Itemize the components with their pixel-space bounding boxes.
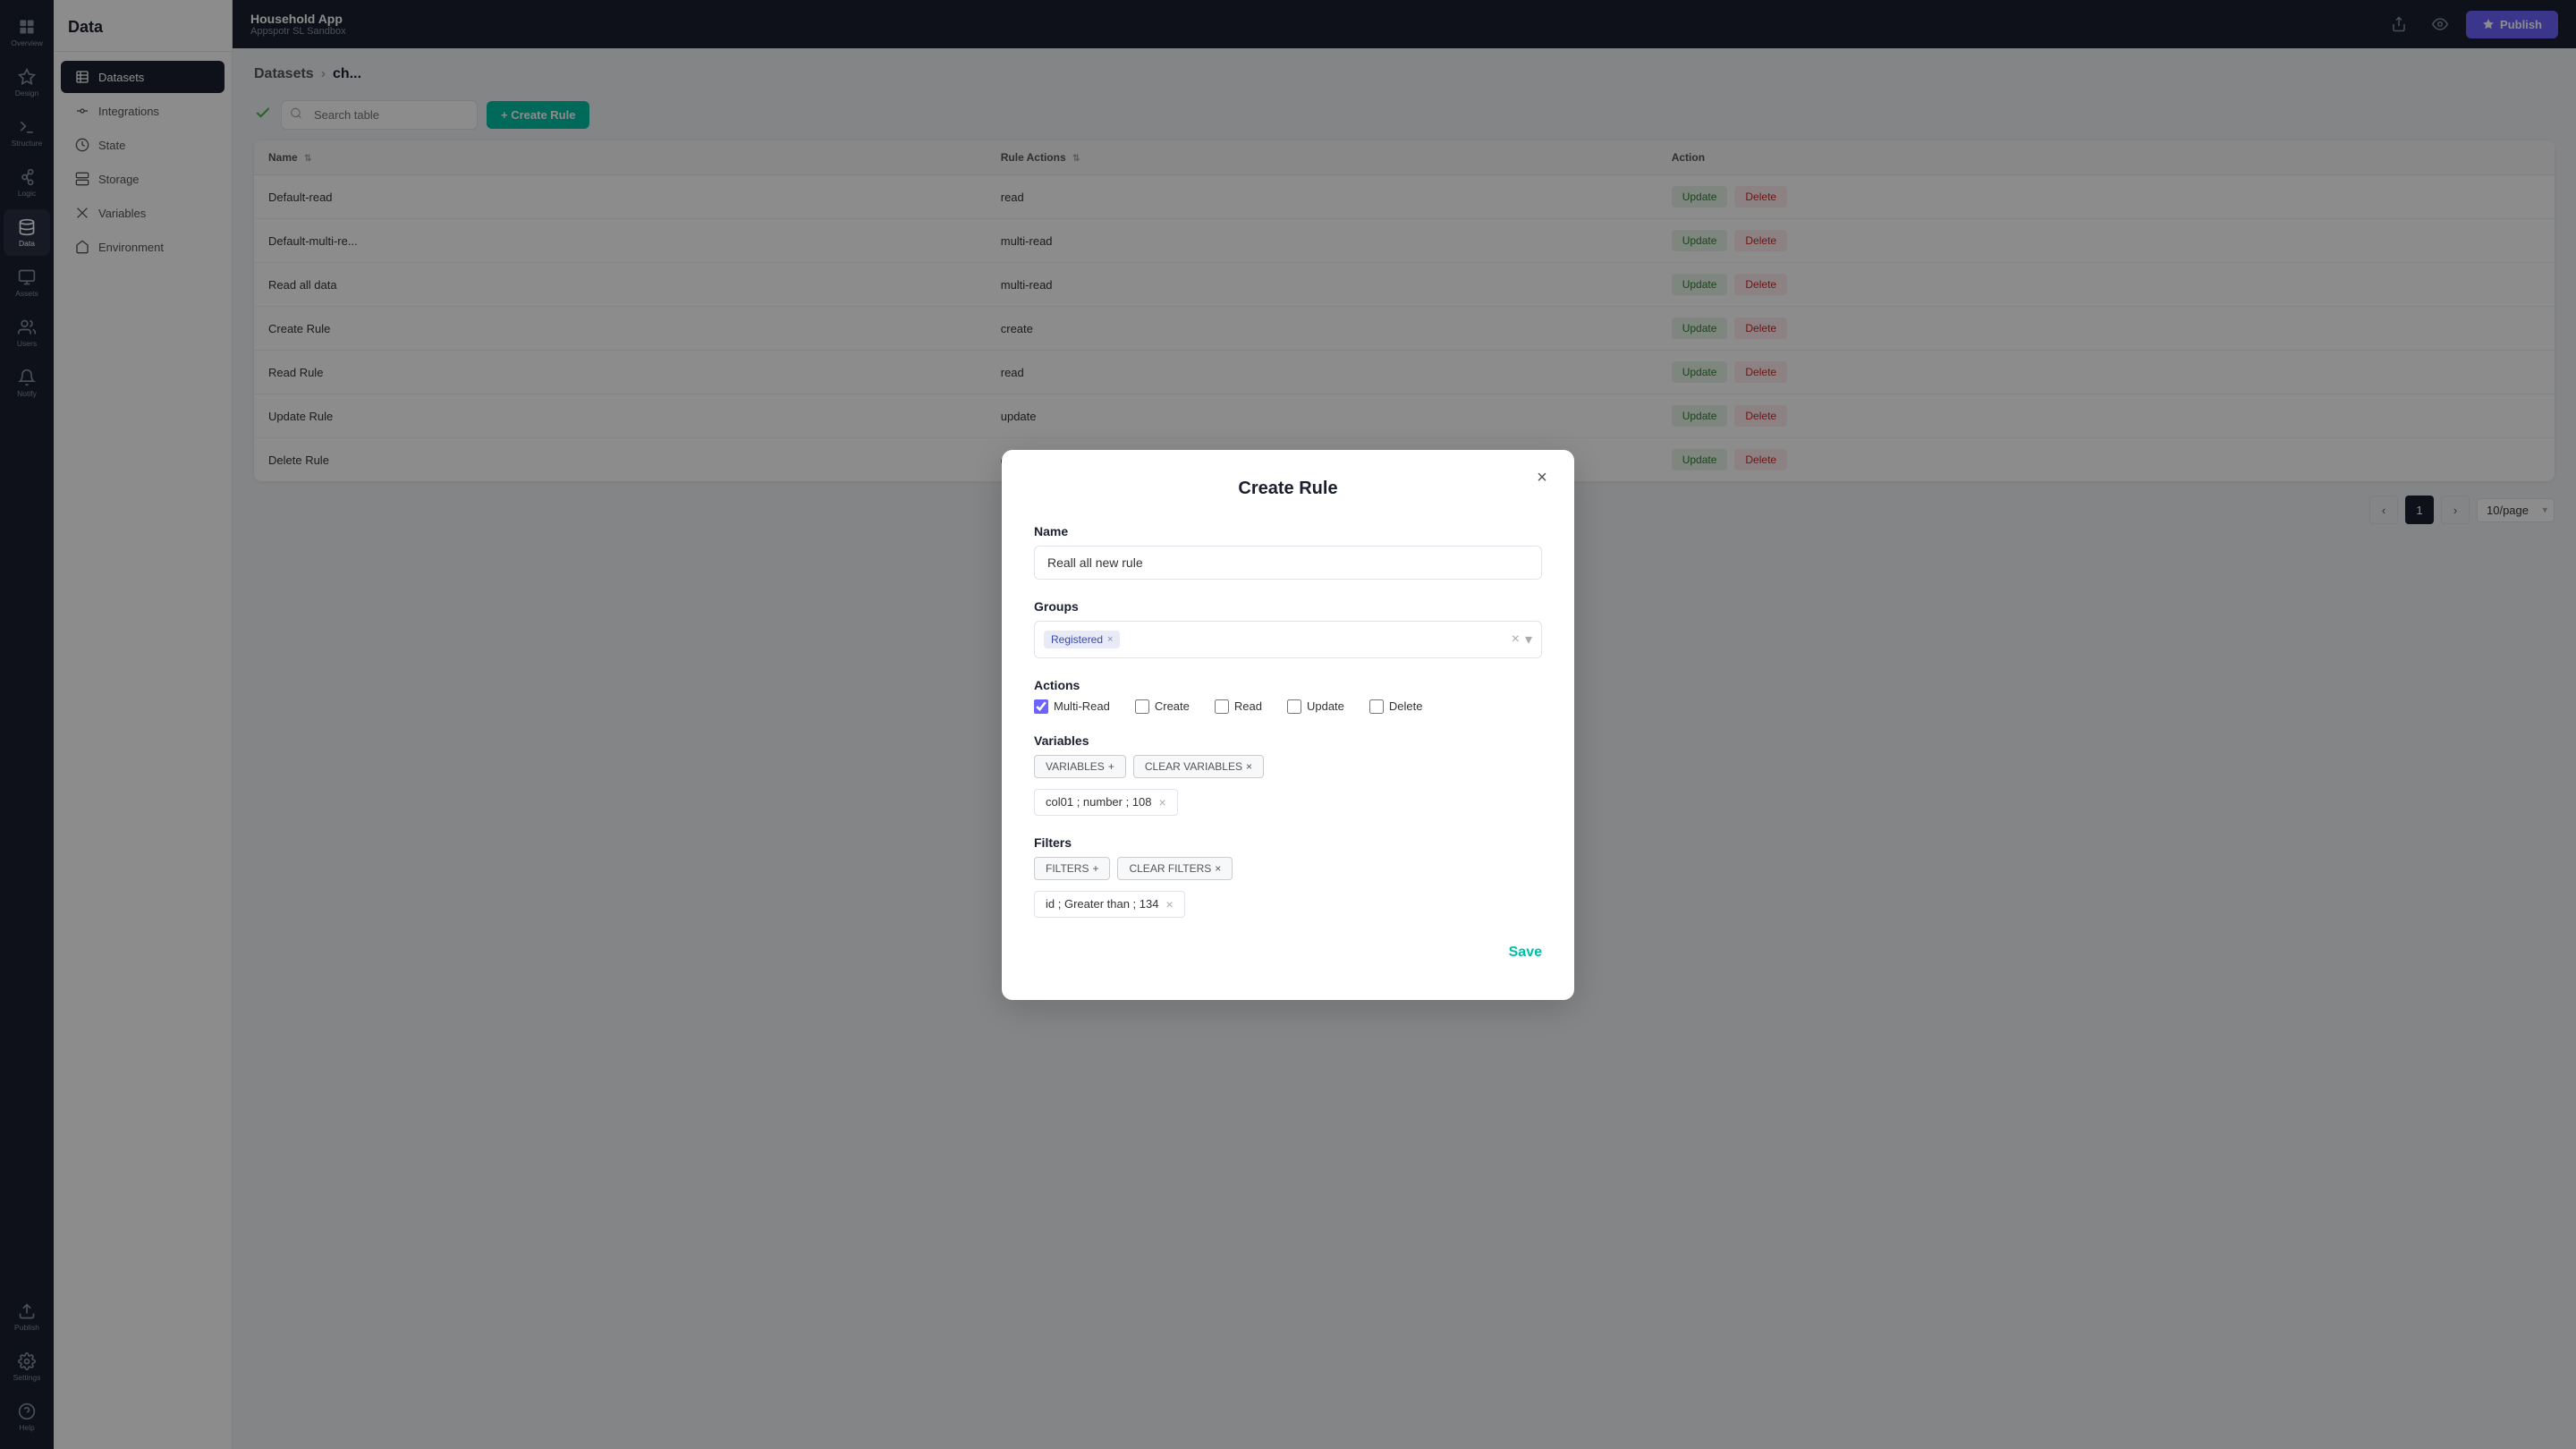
- add-variables-button[interactable]: VARIABLES +: [1034, 755, 1126, 778]
- add-variables-icon: +: [1108, 760, 1114, 773]
- rule-name-input[interactable]: [1034, 546, 1542, 580]
- group-tag-registered: Registered ×: [1044, 631, 1120, 648]
- add-filters-icon: +: [1092, 862, 1098, 875]
- checkbox-multi_read[interactable]: [1034, 699, 1048, 714]
- variables-field-group: Variables VARIABLES + CLEAR VARIABLES × …: [1034, 733, 1542, 816]
- filter-tags-container: id ; Greater than ; 134 ×: [1034, 891, 1542, 918]
- groups-clear-icon[interactable]: ×: [1512, 631, 1520, 648]
- action-label-delete: Delete: [1389, 699, 1423, 713]
- action-label-update: Update: [1307, 699, 1344, 713]
- action-create[interactable]: Create: [1135, 699, 1190, 714]
- filter-tag: id ; Greater than ; 134 ×: [1034, 891, 1185, 918]
- filters-buttons: FILTERS + CLEAR FILTERS ×: [1034, 857, 1542, 880]
- action-update[interactable]: Update: [1287, 699, 1344, 714]
- variables-buttons: VARIABLES + CLEAR VARIABLES ×: [1034, 755, 1542, 778]
- clear-variables-button[interactable]: CLEAR VARIABLES ×: [1133, 755, 1264, 778]
- filters-field-group: Filters FILTERS + CLEAR FILTERS × id ; G…: [1034, 835, 1542, 918]
- create-rule-modal: × Create Rule Name Groups Registered × ×…: [1002, 450, 1574, 1000]
- groups-field[interactable]: Registered × × ▾: [1034, 621, 1542, 658]
- clear-filters-label: CLEAR FILTERS: [1129, 862, 1211, 875]
- action-read[interactable]: Read: [1215, 699, 1262, 714]
- modal-close-button[interactable]: ×: [1528, 464, 1556, 493]
- variable-tags-container: col01 ; number ; 108 ×: [1034, 789, 1542, 816]
- variable-tag: col01 ; number ; 108 ×: [1034, 789, 1178, 816]
- action-label-create: Create: [1155, 699, 1190, 713]
- groups-field-actions: × ▾: [1512, 631, 1532, 648]
- name-label: Name: [1034, 524, 1542, 538]
- groups-expand-icon[interactable]: ▾: [1525, 631, 1532, 648]
- add-variables-label: VARIABLES: [1046, 760, 1105, 773]
- action-multi_read[interactable]: Multi-Read: [1034, 699, 1110, 714]
- checkbox-read[interactable]: [1215, 699, 1229, 714]
- add-filters-label: FILTERS: [1046, 862, 1089, 875]
- variable-tag-value: col01 ; number ; 108: [1046, 795, 1152, 809]
- actions-field-group: Actions Multi-Read Create Read Update De…: [1034, 678, 1542, 714]
- add-filters-button[interactable]: FILTERS +: [1034, 857, 1110, 880]
- modal-title: Create Rule: [1034, 479, 1542, 499]
- clear-filters-icon: ×: [1215, 862, 1221, 875]
- groups-label: Groups: [1034, 599, 1542, 614]
- clear-variables-icon: ×: [1246, 760, 1252, 773]
- save-label: Save: [1509, 945, 1542, 960]
- actions-label: Actions: [1034, 678, 1542, 692]
- filter-tag-value: id ; Greater than ; 134: [1046, 897, 1158, 911]
- checkbox-create[interactable]: [1135, 699, 1149, 714]
- checkbox-delete[interactable]: [1369, 699, 1384, 714]
- filters-label: Filters: [1034, 835, 1542, 850]
- groups-field-group: Groups Registered × × ▾: [1034, 599, 1542, 658]
- name-field-group: Name: [1034, 524, 1542, 580]
- actions-row: Multi-Read Create Read Update Delete: [1034, 699, 1542, 714]
- variable-tag-close[interactable]: ×: [1159, 795, 1166, 809]
- action-label-read: Read: [1234, 699, 1262, 713]
- group-tag-close[interactable]: ×: [1107, 634, 1113, 645]
- clear-variables-label: CLEAR VARIABLES: [1145, 760, 1242, 773]
- action-label-multi_read: Multi-Read: [1054, 699, 1110, 713]
- modal-overlay[interactable]: × Create Rule Name Groups Registered × ×…: [0, 0, 2576, 1449]
- group-tag-label: Registered: [1051, 633, 1103, 646]
- variables-label: Variables: [1034, 733, 1542, 748]
- save-button[interactable]: Save: [1509, 937, 1542, 968]
- clear-filters-button[interactable]: CLEAR FILTERS ×: [1117, 857, 1233, 880]
- filter-tag-close[interactable]: ×: [1165, 897, 1173, 911]
- checkbox-update[interactable]: [1287, 699, 1301, 714]
- action-delete[interactable]: Delete: [1369, 699, 1423, 714]
